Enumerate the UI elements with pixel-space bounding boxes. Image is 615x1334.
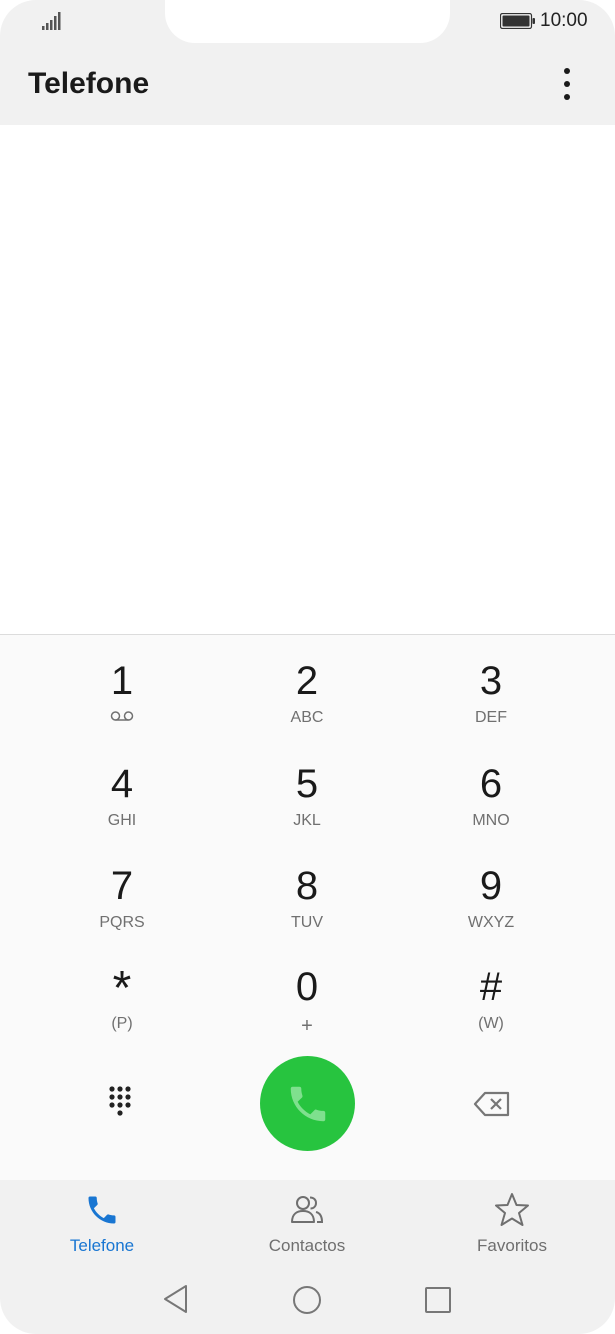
display-notch <box>165 0 450 43</box>
phone-icon <box>290 1086 325 1121</box>
tab-favoritos[interactable]: Favoritos <box>432 1192 592 1256</box>
dial-key-digit: 4 <box>110 762 134 806</box>
dial-key-digit: 2 <box>295 659 319 703</box>
back-icon[interactable] <box>162 1284 190 1314</box>
dial-key-9[interactable]: 9 WXYZ <box>411 860 571 956</box>
dial-key-digit: 9 <box>479 864 503 908</box>
backspace-icon[interactable] <box>473 1091 511 1117</box>
signal-bars-icon <box>42 12 61 30</box>
phone-screen: 10:00 Telefone 1 2 ABC 3 DEF 4 GHI 5 JKL… <box>0 0 615 1334</box>
dial-key-digit: 8 <box>295 864 319 908</box>
bottom-tab-bar: Telefone Contactos Favoritos <box>0 1180 615 1270</box>
dial-key-7[interactable]: 7 PQRS <box>42 860 202 956</box>
dial-key-1[interactable]: 1 <box>42 655 202 751</box>
dial-key-digit: 0 <box>295 965 319 1009</box>
dial-key-letters: (P) <box>111 1015 133 1032</box>
dial-key-star[interactable]: * (P) <box>42 961 202 1057</box>
dial-key-3[interactable]: 3 DEF <box>411 655 571 751</box>
recents-icon[interactable] <box>424 1286 452 1314</box>
dial-key-letters: ABC <box>290 709 324 726</box>
dial-key-2[interactable]: 2 ABC <box>227 655 387 751</box>
dial-key-letters <box>42 709 202 729</box>
dial-key-5[interactable]: 5 JKL <box>227 758 387 854</box>
dial-key-letters: MNO <box>472 812 510 829</box>
status-time: 10:00 <box>540 10 588 31</box>
home-icon[interactable] <box>292 1285 322 1315</box>
contacts-icon <box>291 1196 324 1223</box>
dialpad-grid-icon[interactable] <box>107 1084 137 1122</box>
tab-label: Contactos <box>268 1236 346 1255</box>
dial-key-letters: TUV <box>291 914 323 931</box>
dialpad: 1 2 ABC 3 DEF 4 GHI 5 JKL 6 MNO 7 PQRS 8… <box>0 634 615 1181</box>
dial-key-digit: 5 <box>295 762 319 806</box>
call-log-area <box>0 125 615 635</box>
dial-key-6[interactable]: 6 MNO <box>411 758 571 854</box>
dial-key-hash[interactable]: # (W) <box>411 961 571 1057</box>
dial-key-4[interactable]: 4 GHI <box>42 758 202 854</box>
dial-key-digit: 6 <box>479 762 503 806</box>
dial-key-digit: 3 <box>479 659 503 703</box>
more-vertical-icon[interactable] <box>552 64 582 104</box>
dial-key-0[interactable]: 0 + <box>227 961 387 1057</box>
dial-key-digit: 1 <box>110 659 134 703</box>
tab-contactos[interactable]: Contactos <box>227 1192 387 1256</box>
dial-key-letters: DEF <box>475 709 507 726</box>
page-title: Telefone <box>28 67 150 100</box>
dial-key-letters: + <box>301 1015 313 1037</box>
star-icon <box>495 1193 529 1226</box>
dial-key-letters: PQRS <box>99 914 145 931</box>
tab-telefone[interactable]: Telefone <box>22 1192 182 1256</box>
dial-key-letters: GHI <box>107 812 137 829</box>
phone-icon <box>88 1196 116 1224</box>
dial-key-digit: 7 <box>110 864 134 908</box>
battery-full-icon <box>500 13 535 29</box>
dial-key-digit: * <box>112 962 132 1015</box>
dial-key-letters: JKL <box>293 812 321 829</box>
call-button[interactable] <box>260 1056 355 1151</box>
system-navigation-bar <box>0 1270 615 1334</box>
voicemail-icon <box>110 711 134 721</box>
dial-key-8[interactable]: 8 TUV <box>227 860 387 956</box>
dial-key-digit: # <box>479 965 503 1009</box>
dial-key-letters: (W) <box>478 1015 504 1032</box>
dial-key-letters: WXYZ <box>467 914 515 931</box>
tab-label: Favoritos <box>477 1236 547 1255</box>
tab-label: Telefone <box>69 1236 135 1255</box>
